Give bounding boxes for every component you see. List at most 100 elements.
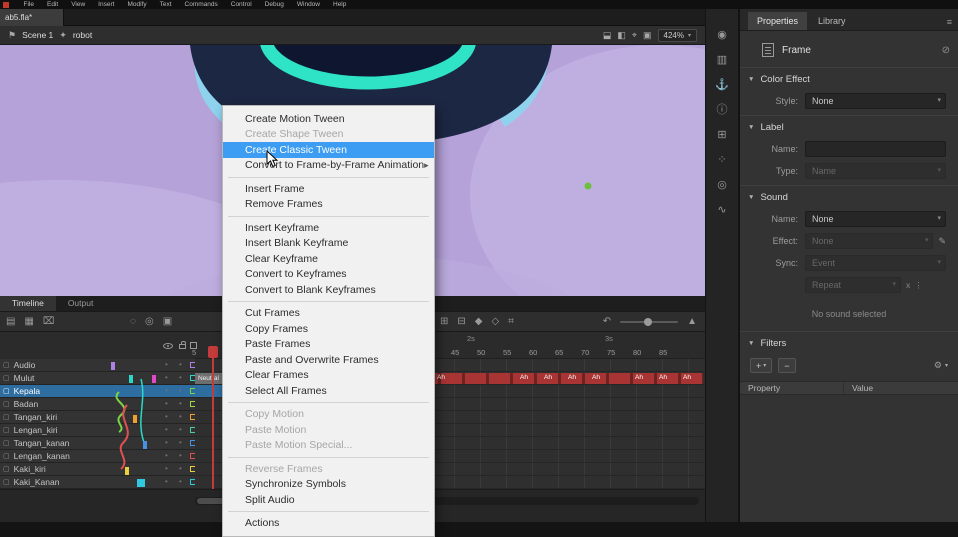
menu-item-insert-keyframe[interactable]: Insert Keyframe [223, 220, 434, 236]
layer-visibility-dot[interactable]: • [165, 477, 168, 486]
edit-multiple-frames-icon[interactable]: ▣ [163, 316, 172, 327]
layer-row-lengan-kanan[interactable]: ▢Lengan_kanan•• [0, 450, 195, 463]
layer-row-lengan-kiri[interactable]: ▢Lengan_kiri•• [0, 424, 195, 437]
filter-options-icon[interactable]: ⚙ [934, 360, 942, 371]
layer-lock-dot[interactable]: • [179, 451, 182, 460]
sound-header[interactable]: ▼ Sound [740, 185, 958, 208]
menu-commands[interactable]: Commands [178, 0, 224, 9]
menu-item-create-shape-tween[interactable]: Create Shape Tween [223, 127, 434, 143]
zoom-control[interactable]: 424% ▾ [658, 29, 697, 42]
loop-playback-icon[interactable]: ↶ [603, 316, 611, 327]
tab-properties[interactable]: Properties [748, 12, 807, 30]
menu-item-select-all-frames[interactable]: Select All Frames [223, 383, 434, 399]
layer-visibility-dot[interactable]: • [165, 451, 168, 460]
layer-lock-dot[interactable]: • [179, 399, 182, 408]
menu-item-convert-to-blank-keyframes[interactable]: Convert to Blank Keyframes [223, 282, 434, 298]
layer-row-kaki-kiri[interactable]: ▢Kaki_kiri•• [0, 463, 195, 476]
repeat-stepper-icon[interactable]: ⋮ [914, 280, 923, 291]
menu-insert[interactable]: Insert [92, 0, 121, 9]
layer-row-audio[interactable]: ▢Audio•• [0, 359, 195, 372]
new-folder-icon[interactable]: ▦ [24, 316, 33, 327]
menu-item-clear-frames[interactable]: Clear Frames [223, 368, 434, 384]
sound-effect-dropdown[interactable]: None [805, 233, 933, 249]
layer-visibility-dot[interactable]: • [165, 425, 168, 434]
menu-item-paste-and-overwrite-frames[interactable]: Paste and Overwrite Frames [223, 352, 434, 368]
menu-item-paste-motion-special[interactable]: Paste Motion Special... [223, 438, 434, 454]
delete-layer-icon[interactable]: ⌧ [43, 316, 55, 327]
info-icon[interactable]: ⓘ [717, 104, 728, 116]
menu-item-create-motion-tween[interactable]: Create Motion Tween [223, 111, 434, 127]
menu-help[interactable]: Help [327, 0, 353, 9]
layer-row-badan[interactable]: ▢Badan•• [0, 398, 195, 411]
style-dropdown[interactable]: None [805, 93, 946, 109]
breadcrumb-scene[interactable]: Scene 1 [22, 30, 53, 40]
clip-content-icon[interactable]: ⬓ [603, 30, 612, 41]
insert-keyframe-icon[interactable]: ◆ [475, 316, 483, 327]
frame-view-options-icon[interactable]: ▲ [687, 316, 697, 327]
layer-visibility-dot[interactable]: • [165, 386, 168, 395]
camera-icon[interactable]: ◉ [717, 29, 727, 41]
layer-lock-dot[interactable]: • [179, 477, 182, 486]
menu-item-create-classic-tween[interactable]: Create Classic Tween [223, 142, 434, 158]
graph-icon[interactable]: ∿ [717, 204, 726, 216]
layer-visibility-dot[interactable]: • [165, 412, 168, 421]
menu-item-paste-frames[interactable]: Paste Frames [223, 337, 434, 353]
pencil-icon[interactable]: ✎ [938, 236, 946, 247]
show-hide-column-icon[interactable] [163, 343, 173, 349]
label-header[interactable]: ▼ Label [740, 115, 958, 138]
menu-item-insert-frame[interactable]: Insert Frame [223, 181, 434, 197]
menu-item-insert-blank-keyframe[interactable]: Insert Blank Keyframe [223, 236, 434, 252]
anchor-icon[interactable]: ⚓ [715, 79, 729, 91]
layer-lock-dot[interactable]: • [179, 360, 182, 369]
document-tab[interactable]: ab5.fla* [0, 9, 64, 26]
menu-edit[interactable]: Edit [40, 0, 64, 9]
layer-lock-dot[interactable]: • [179, 464, 182, 473]
remove-filter-button[interactable]: − [778, 358, 795, 373]
tab-timeline[interactable]: Timeline [0, 296, 56, 311]
menu-item-clear-keyframe[interactable]: Clear Keyframe [223, 251, 434, 267]
layer-lock-dot[interactable]: • [179, 386, 182, 395]
menu-item-split-audio[interactable]: Split Audio [223, 492, 434, 508]
menu-item-cut-frames[interactable]: Cut Frames [223, 306, 434, 322]
menu-item-convert-to-keyframes[interactable]: Convert to Keyframes [223, 267, 434, 283]
menu-view[interactable]: View [65, 0, 92, 9]
sound-repeat-dropdown[interactable]: Repeat [805, 277, 901, 293]
layer-visibility-dot[interactable]: • [165, 399, 168, 408]
new-layer-icon[interactable]: ▤ [6, 316, 15, 327]
remove-frame-icon[interactable]: ⊟ [457, 316, 465, 327]
menu-item-convert-to-frame-by-frame-animation[interactable]: Convert to Frame-by-Frame Animation▸ [223, 158, 434, 174]
menu-debug[interactable]: Debug [258, 0, 290, 9]
menu-file[interactable]: File [17, 0, 40, 9]
layer-row-kepala[interactable]: ▢Kepala•• [0, 385, 195, 398]
layer-row-tangan-kanan[interactable]: ▢Tangan_kanan•• [0, 437, 195, 450]
menu-item-copy-motion[interactable]: Copy Motion [223, 407, 434, 423]
fill-color-icon[interactable]: ◧ [617, 30, 626, 41]
color-effect-header[interactable]: ▼ Color Effect [740, 67, 958, 90]
live-preview-icon[interactable]: ⊘ [942, 45, 950, 56]
onion-skin-icon[interactable]: ◌ [130, 316, 136, 327]
menu-item-paste-motion[interactable]: Paste Motion [223, 422, 434, 438]
loop-icon[interactable]: ◎ [717, 179, 727, 191]
layer-row-kaki-kanan[interactable]: ▢Kaki_Kanan•• [0, 476, 195, 489]
layer-visibility-dot[interactable]: • [165, 464, 168, 473]
menu-modify[interactable]: Modify [121, 0, 153, 9]
pattern-icon[interactable]: ⁘ [717, 154, 726, 166]
layer-visibility-dot[interactable]: • [165, 438, 168, 447]
layer-row-tangan-kiri[interactable]: ▢Tangan_kiri•• [0, 411, 195, 424]
add-filter-button[interactable]: + ▾ [750, 358, 772, 373]
label-name-input[interactable] [805, 141, 946, 157]
tab-library[interactable]: Library [809, 12, 855, 30]
lock-column-icon[interactable] [179, 344, 186, 349]
menu-item-reverse-frames[interactable]: Reverse Frames [223, 461, 434, 477]
insert-frame-icon[interactable]: ⊞ [440, 316, 448, 327]
menu-item-remove-frames[interactable]: Remove Frames [223, 197, 434, 213]
menu-item-actions[interactable]: Actions [223, 516, 434, 532]
menu-item-synchronize-symbols[interactable]: Synchronize Symbols [223, 477, 434, 493]
layer-lock-dot[interactable]: • [179, 373, 182, 382]
label-type-dropdown[interactable]: Name [805, 163, 946, 179]
outline-mode-icon[interactable]: ▣ [643, 30, 652, 41]
insert-blank-keyframe-icon[interactable]: ◇ [491, 316, 499, 327]
timeline-zoom-slider[interactable] [620, 321, 678, 323]
grid-icon[interactable]: ⊞ [717, 129, 726, 141]
menu-text[interactable]: Text [153, 0, 178, 9]
